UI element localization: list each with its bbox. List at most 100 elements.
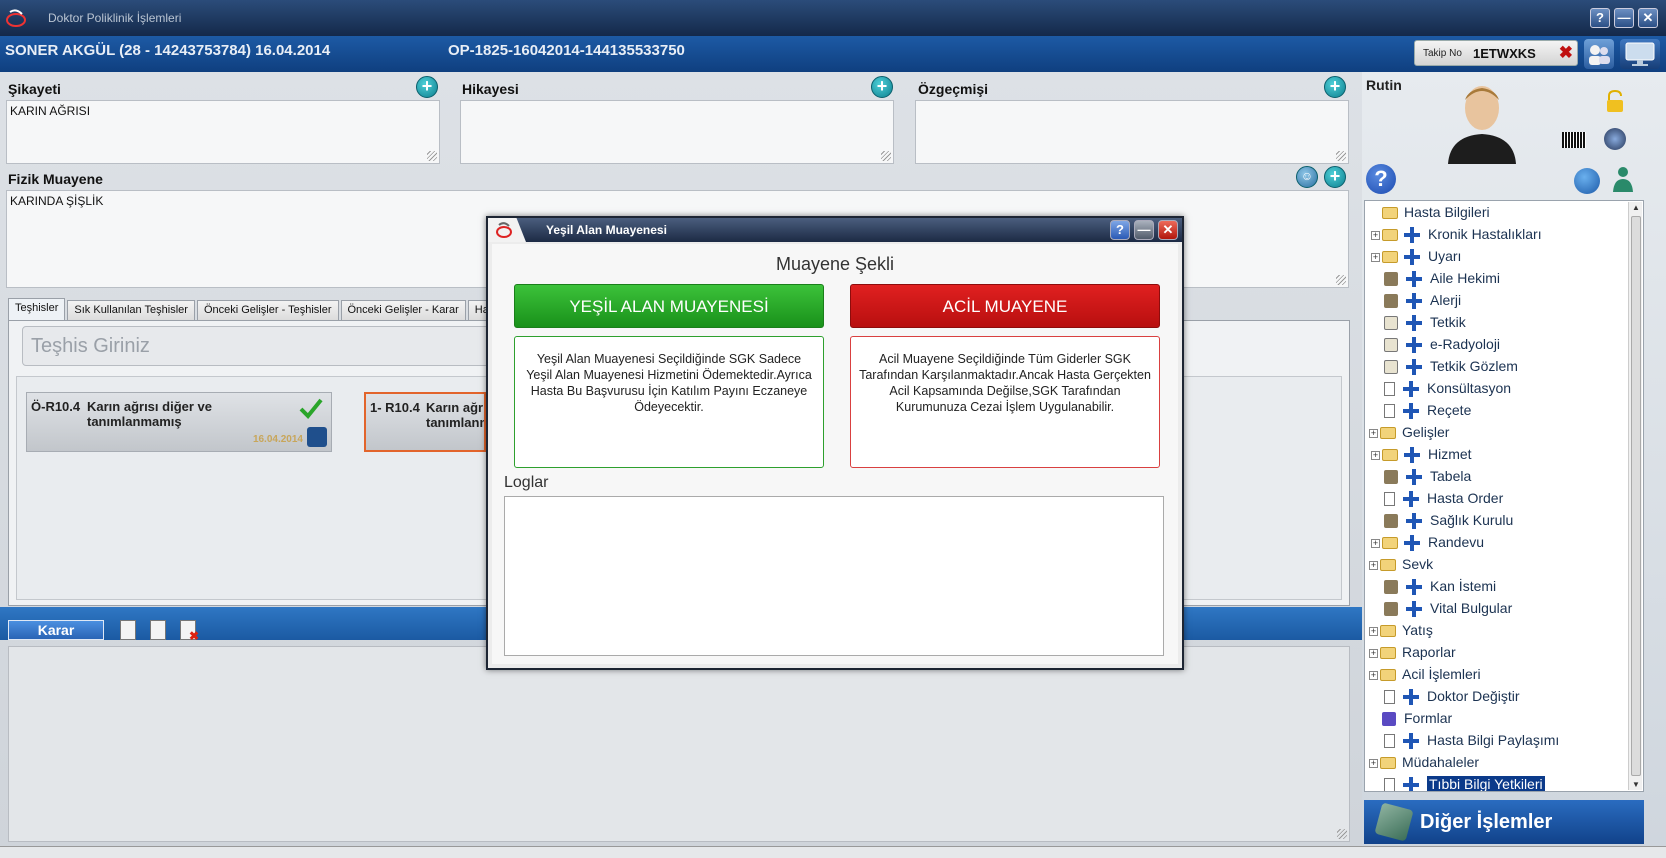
expand-icon[interactable]: + — [1369, 670, 1378, 680]
expand-icon[interactable]: + — [1371, 450, 1380, 460]
add-icon[interactable] — [1404, 249, 1420, 266]
document-icon[interactable] — [120, 620, 136, 640]
add-ozgecmis-icon[interactable]: + — [1324, 76, 1346, 98]
tree-scrollbar[interactable]: ▲ ▼ — [1628, 202, 1642, 790]
add-icon[interactable] — [1404, 227, 1420, 244]
expand-icon[interactable]: + — [1371, 538, 1380, 548]
doctor-icon[interactable] — [1612, 164, 1634, 192]
add-icon[interactable] — [1406, 315, 1422, 332]
resize-grip-icon[interactable] — [427, 151, 437, 161]
help-button[interactable]: ? — [1590, 8, 1610, 28]
tree-item[interactable]: Konsültasyon — [1371, 377, 1511, 399]
expand-icon[interactable]: + — [1369, 758, 1378, 768]
monitor-icon[interactable] — [1620, 39, 1660, 69]
tree-item[interactable]: + Yatış — [1369, 619, 1433, 641]
tree-item[interactable]: Tetkik Gözlem — [1371, 355, 1518, 377]
tree-item[interactable]: Doktor Değiştir — [1371, 685, 1520, 707]
lock-icon[interactable] — [1604, 89, 1626, 114]
modal-help-button[interactable]: ? — [1110, 220, 1130, 240]
resize-grip-icon[interactable] — [1337, 829, 1347, 839]
resize-grip-icon[interactable] — [881, 151, 891, 161]
hospital-icon[interactable] — [307, 427, 327, 447]
expand-icon[interactable]: + — [1371, 230, 1380, 240]
add-fizik-icon[interactable]: + — [1324, 166, 1346, 188]
tree-item[interactable]: + Raporlar — [1369, 641, 1456, 663]
tree-item[interactable]: Tabela — [1371, 465, 1471, 487]
modal-close-button[interactable]: ✕ — [1158, 220, 1178, 240]
add-icon[interactable] — [1406, 513, 1422, 530]
minimize-button[interactable]: — — [1614, 8, 1634, 28]
tree-item[interactable]: Formlar — [1369, 707, 1452, 729]
tree-item[interactable]: + Müdahaleler — [1369, 751, 1479, 773]
add-icon[interactable] — [1406, 469, 1422, 486]
tree-item[interactable]: + Randevu — [1371, 531, 1484, 553]
logs-box[interactable] — [504, 496, 1164, 656]
tree-item[interactable]: + Uyarı — [1371, 245, 1461, 267]
tree-item[interactable]: Tıbbi Bilgi Yetkileri — [1371, 773, 1546, 791]
add-icon[interactable] — [1406, 337, 1422, 354]
add-icon[interactable] — [1406, 601, 1422, 618]
users-icon[interactable] — [1584, 39, 1614, 69]
tree-item[interactable]: Alerji — [1371, 289, 1461, 311]
modal-minimize-button[interactable]: — — [1134, 220, 1154, 240]
camera-icon[interactable] — [1604, 128, 1626, 150]
ozgecmis-field[interactable] — [915, 100, 1349, 164]
diagnosis-card[interactable]: 1- R10.4 Karın ağr tanımlanm — [364, 392, 486, 452]
add-icon[interactable] — [1406, 271, 1422, 288]
diger-islemler-button[interactable]: Diğer İşlemler — [1364, 800, 1644, 844]
document-copy-icon[interactable] — [150, 620, 166, 640]
resize-grip-icon[interactable] — [1336, 275, 1346, 285]
add-icon[interactable] — [1403, 689, 1419, 706]
diagnosis-input[interactable]: Teşhis Giriniz — [22, 326, 492, 366]
tree-item[interactable]: + Hizmet — [1371, 443, 1472, 465]
tree-item[interactable]: Kan İstemi — [1371, 575, 1496, 597]
tree-item[interactable]: Reçete — [1371, 399, 1471, 421]
tree-item[interactable]: Vital Bulgular — [1371, 597, 1512, 619]
tab-onceki-teshisler[interactable]: Önceki Gelişler - Teşhisler — [196, 300, 339, 320]
diagnosis-card[interactable]: Ö-R10.4 Karın ağrısı diğer ve tanımlanma… — [26, 392, 332, 452]
expand-icon[interactable]: + — [1371, 252, 1380, 262]
add-icon[interactable] — [1403, 381, 1419, 398]
tree-item[interactable]: Hasta Bilgi Paylaşımı — [1371, 729, 1559, 751]
scroll-up-icon[interactable]: ▲ — [1632, 203, 1640, 212]
expand-icon[interactable]: + — [1369, 648, 1378, 658]
karar-area[interactable] — [8, 646, 1350, 842]
hikaye-field[interactable] — [460, 100, 894, 164]
expand-icon[interactable]: + — [1369, 560, 1378, 570]
tree-item[interactable]: e-Radyoloji — [1371, 333, 1500, 355]
document-delete-icon[interactable]: ✖ — [180, 620, 199, 643]
tree-item[interactable]: Tetkik — [1371, 311, 1466, 333]
globe-icon[interactable] — [1574, 168, 1600, 194]
add-icon[interactable] — [1403, 777, 1419, 791]
acil-muayene-button[interactable]: ACİL MUAYENE — [850, 284, 1160, 328]
add-sikayet-icon[interactable]: + — [416, 76, 438, 98]
takip-clear-icon[interactable]: ✖ — [1559, 43, 1573, 63]
tree-item[interactable]: Hasta Order — [1371, 487, 1503, 509]
add-icon[interactable] — [1404, 447, 1420, 464]
tree-item[interactable]: + Kronik Hastalıkları — [1371, 223, 1542, 245]
scroll-down-icon[interactable]: ▼ — [1632, 780, 1640, 789]
add-icon[interactable] — [1406, 293, 1422, 310]
help-icon[interactable]: ? — [1366, 164, 1396, 194]
tree-item[interactable]: + Gelişler — [1369, 421, 1449, 443]
tree-item[interactable]: Aile Hekimi — [1371, 267, 1500, 289]
add-icon[interactable] — [1406, 359, 1422, 376]
add-hikaye-icon[interactable]: + — [871, 76, 893, 98]
add-icon[interactable] — [1403, 733, 1419, 750]
template-icon[interactable]: ☺ — [1296, 166, 1318, 188]
karar-button[interactable]: Karar — [8, 620, 104, 640]
add-icon[interactable] — [1406, 579, 1422, 596]
sikayet-field[interactable]: KARIN AĞRISI — [6, 100, 440, 164]
tree-item[interactable]: Sağlık Kurulu — [1371, 509, 1513, 531]
barcode-icon[interactable] — [1562, 132, 1586, 148]
tab-onceki-karar[interactable]: Önceki Gelişler - Karar — [340, 300, 466, 320]
add-icon[interactable] — [1403, 403, 1419, 420]
yesil-alan-button[interactable]: YEŞİL ALAN MUAYENESİ — [514, 284, 824, 328]
tree-item[interactable]: + Sevk — [1369, 553, 1433, 575]
add-icon[interactable] — [1404, 535, 1420, 552]
tree-item[interactable]: Hasta Bilgileri — [1369, 201, 1490, 223]
expand-icon[interactable]: + — [1369, 428, 1378, 438]
scroll-thumb[interactable] — [1631, 216, 1641, 776]
close-button[interactable]: ✕ — [1638, 8, 1658, 28]
tab-teshisler[interactable]: Teşhisler — [8, 298, 66, 320]
